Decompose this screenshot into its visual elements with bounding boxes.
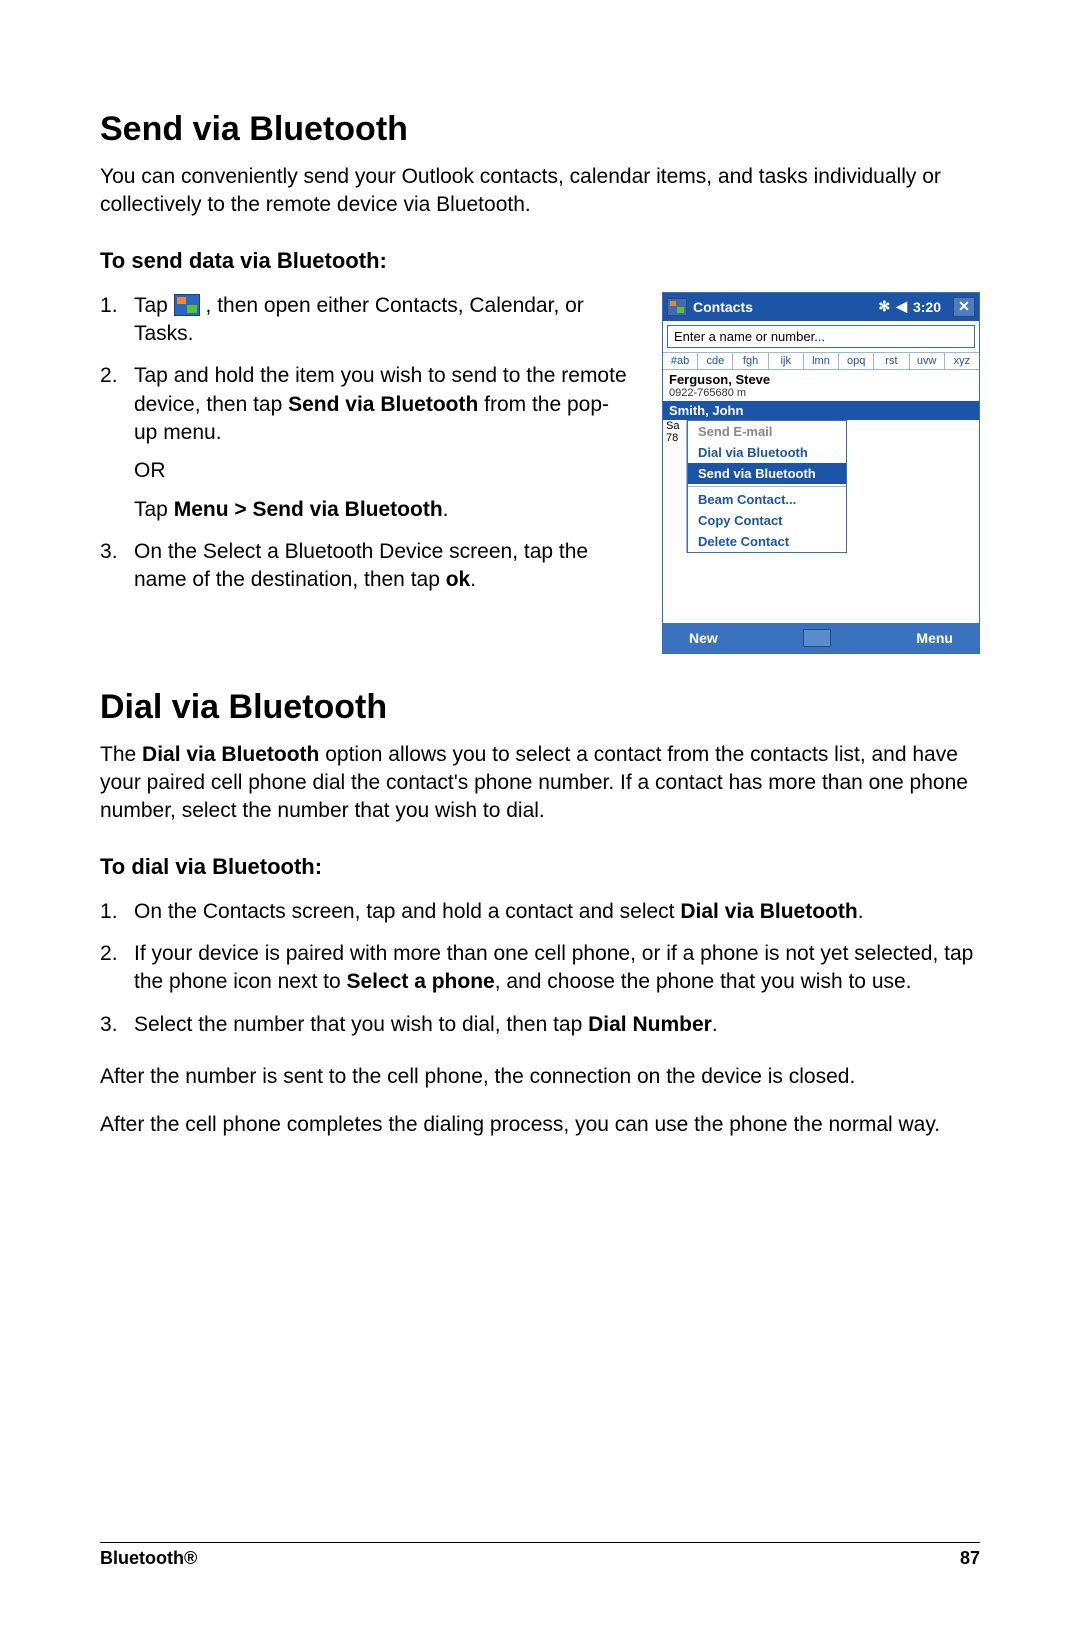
- contact-name: Smith, John: [669, 403, 973, 418]
- contact-name: Ferguson, Steve: [669, 372, 973, 387]
- dial-after-1: After the number is sent to the cell pho…: [100, 1063, 980, 1091]
- alpha-tab[interactable]: ijk: [769, 353, 804, 369]
- subheading-dial: To dial via Bluetooth:: [100, 854, 980, 880]
- step3-text-a: On the Select a Bluetooth Device screen,…: [134, 540, 588, 591]
- bluetooth-icon: ✻: [878, 298, 890, 315]
- step2-text-c: Tap: [134, 498, 174, 521]
- alpha-tab[interactable]: cde: [698, 353, 733, 369]
- clock: 3:20: [913, 299, 941, 315]
- footer-chapter: Bluetooth®: [100, 1548, 197, 1569]
- menu-separator: [688, 486, 846, 487]
- section-heading-dial: Dial via Bluetooth: [100, 688, 980, 727]
- clipped-text: 78: [666, 432, 686, 445]
- step2-bold1: Send via Bluetooth: [288, 393, 478, 416]
- menu-item-send-email[interactable]: Send E-mail: [688, 421, 846, 442]
- dial-step1-bold: Dial via Bluetooth: [680, 900, 857, 923]
- menu-item-send-bluetooth[interactable]: Send via Bluetooth: [688, 463, 846, 484]
- start-icon[interactable]: [667, 298, 687, 316]
- section-intro-send: You can conveniently send your Outlook c…: [100, 163, 980, 220]
- search-input[interactable]: Enter a name or number...: [667, 325, 975, 348]
- screenshot-contacts: Contacts ✻ ◀ 3:20 ✕ Enter a name or numb…: [662, 292, 980, 654]
- step-1: Tap , then open either Contacts, Calenda…: [134, 292, 632, 349]
- contact-row[interactable]: Ferguson, Steve 0922-765680 m: [663, 370, 979, 401]
- step-2: Tap and hold the item you wish to send t…: [134, 362, 632, 524]
- menu-item-delete-contact[interactable]: Delete Contact: [688, 531, 846, 552]
- intro-dial-a: The: [100, 743, 142, 766]
- menu-item-dial-bluetooth[interactable]: Dial via Bluetooth: [688, 442, 846, 463]
- step1-text-a: Tap: [134, 294, 174, 317]
- alpha-tab[interactable]: #ab: [663, 353, 698, 369]
- clipped-text: Sa: [666, 420, 686, 433]
- alpha-tab[interactable]: rst: [874, 353, 909, 369]
- screenshot-title: Contacts: [693, 299, 872, 315]
- close-icon[interactable]: ✕: [953, 297, 975, 317]
- dial-step3-bold: Dial Number: [588, 1013, 712, 1036]
- alpha-tab[interactable]: lmn: [804, 353, 839, 369]
- alpha-tab[interactable]: fgh: [733, 353, 768, 369]
- steps-dial: On the Contacts screen, tap and hold a c…: [100, 898, 980, 1039]
- intro-dial-bold: Dial via Bluetooth: [142, 743, 319, 766]
- alpha-index[interactable]: #ab cde fgh ijk lmn opq rst uvw xyz: [663, 352, 979, 370]
- screenshot-blank-area: [663, 553, 979, 623]
- contact-number: 0922-765680 m: [669, 387, 973, 399]
- subheading-send: To send data via Bluetooth:: [100, 248, 980, 274]
- dial-step1-b: .: [858, 900, 864, 923]
- section-intro-dial: The Dial via Bluetooth option allows you…: [100, 741, 980, 826]
- contact-row-selected[interactable]: Smith, John: [663, 401, 979, 420]
- dial-step-3: Select the number that you wish to dial,…: [134, 1011, 980, 1039]
- dial-after-2: After the cell phone completes the diali…: [100, 1111, 980, 1139]
- keyboard-icon[interactable]: [803, 629, 831, 647]
- speaker-icon: ◀: [896, 298, 907, 315]
- dial-step2-b: , and choose the phone that you wish to …: [495, 970, 912, 993]
- section-heading-send: Send via Bluetooth: [100, 110, 980, 149]
- step2-bold2: Menu > Send via Bluetooth: [174, 498, 443, 521]
- context-menu: Send E-mail Dial via Bluetooth Send via …: [687, 420, 847, 553]
- dial-step1-a: On the Contacts screen, tap and hold a c…: [134, 900, 680, 923]
- softkey-new[interactable]: New: [689, 630, 718, 646]
- screenshot-titlebar: Contacts ✻ ◀ 3:20 ✕: [663, 293, 979, 321]
- menu-item-beam-contact[interactable]: Beam Contact...: [688, 489, 846, 510]
- menu-item-copy-contact[interactable]: Copy Contact: [688, 510, 846, 531]
- step2-or: OR: [134, 457, 632, 485]
- dial-step-1: On the Contacts screen, tap and hold a c…: [134, 898, 980, 926]
- screenshot-bottom-bar: New Menu: [663, 623, 979, 653]
- step3-bold: ok: [446, 568, 471, 591]
- dial-step3-a: Select the number that you wish to dial,…: [134, 1013, 588, 1036]
- dial-step3-b: .: [712, 1013, 718, 1036]
- step1-text-b: , then open either Contacts, Calendar, o…: [134, 294, 584, 345]
- alpha-tab[interactable]: uvw: [910, 353, 945, 369]
- footer-page-number: 87: [960, 1548, 980, 1569]
- softkey-menu[interactable]: Menu: [916, 630, 953, 646]
- step3-text-b: .: [470, 568, 476, 591]
- step2-text-d: .: [443, 498, 449, 521]
- start-icon: [174, 294, 200, 316]
- steps-send: Tap , then open either Contacts, Calenda…: [100, 292, 632, 595]
- alpha-tab[interactable]: xyz: [945, 353, 979, 369]
- clipped-row: Sa 78: [663, 420, 687, 553]
- footer-rule: [100, 1542, 980, 1543]
- step-3: On the Select a Bluetooth Device screen,…: [134, 538, 632, 595]
- dial-step2-bold: Select a phone: [347, 970, 495, 993]
- alpha-tab[interactable]: opq: [839, 353, 874, 369]
- dial-step-2: If your device is paired with more than …: [134, 940, 980, 997]
